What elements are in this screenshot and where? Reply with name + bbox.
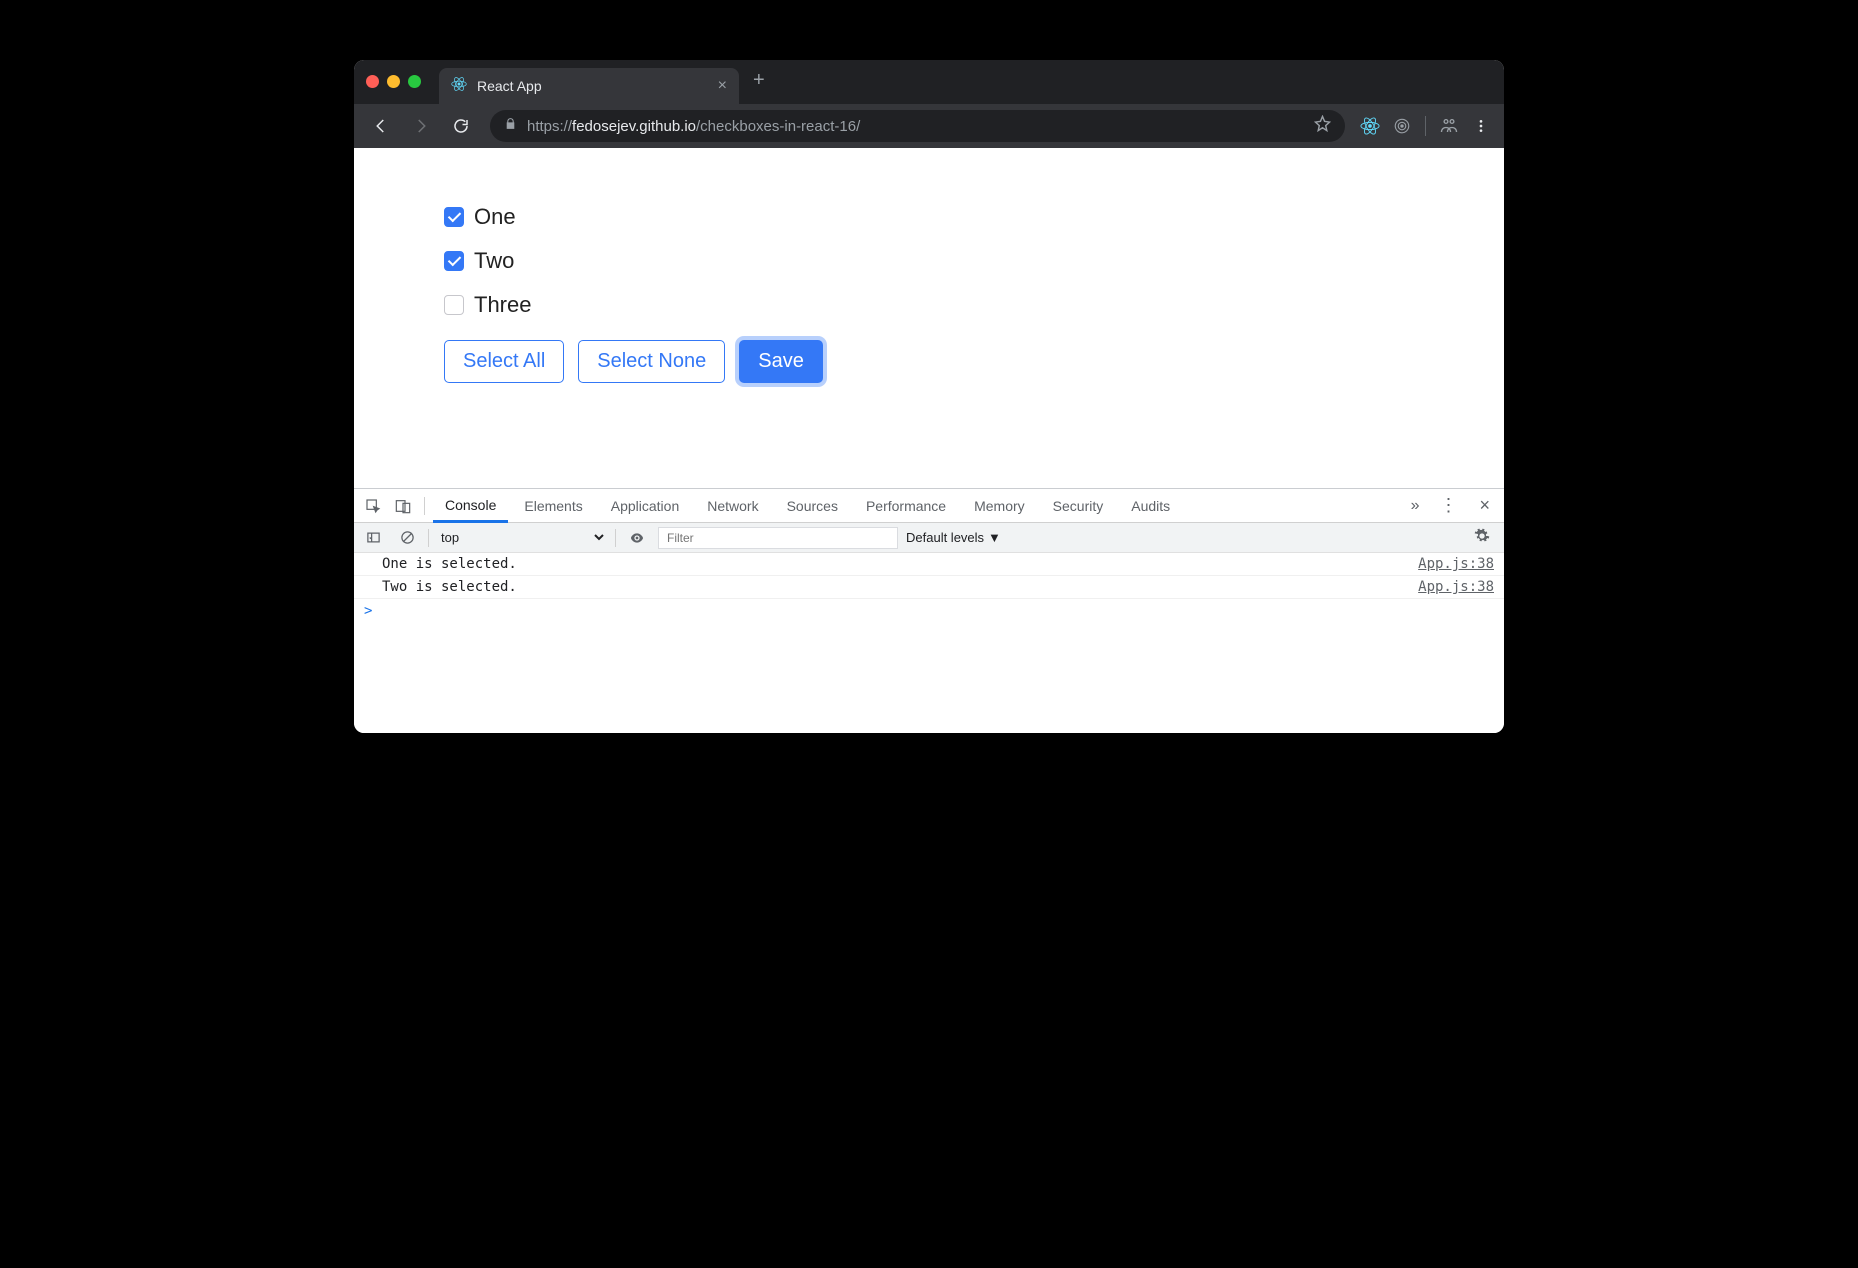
address-bar[interactable]: https://fedosejev.github.io/checkboxes-i… [490, 110, 1345, 142]
browser-tab[interactable]: React App × [439, 68, 739, 104]
checkbox-label: One [474, 204, 516, 230]
devtools-tab-console[interactable]: Console [433, 490, 508, 523]
checkbox-row-two: Two [444, 248, 1464, 274]
devtools-tabs: Console Elements Application Network Sou… [354, 489, 1504, 523]
devtools-tab-memory[interactable]: Memory [962, 489, 1037, 522]
consolebar-separator [428, 529, 429, 547]
profile-icon[interactable] [1436, 113, 1462, 139]
log-source-link[interactable]: App.js:38 [1418, 579, 1494, 595]
execution-context-select[interactable]: top [437, 529, 607, 546]
log-message: Two is selected. [382, 579, 517, 595]
tab-title: React App [477, 78, 708, 94]
checkbox-three[interactable] [444, 295, 464, 315]
clear-console-icon[interactable] [394, 525, 420, 551]
url-text: https://fedosejev.github.io/checkboxes-i… [527, 118, 860, 135]
checkbox-label: Three [474, 292, 531, 318]
devtools-tab-performance[interactable]: Performance [854, 489, 958, 522]
extension-icon[interactable] [1389, 113, 1415, 139]
window-close-button[interactable] [366, 75, 379, 88]
devtools-tab-audits[interactable]: Audits [1119, 489, 1182, 522]
devtools-tab-elements[interactable]: Elements [512, 489, 594, 522]
new-tab-button[interactable]: + [753, 69, 765, 92]
traffic-lights [366, 75, 421, 88]
log-source-link[interactable]: App.js:38 [1418, 556, 1494, 572]
titlebar: React App × + [354, 60, 1504, 104]
log-levels-select[interactable]: Default levels ▼ [906, 530, 1001, 545]
consolebar-separator [615, 529, 616, 547]
devtools-more-tabs-icon[interactable]: » [1405, 497, 1426, 515]
lock-icon [504, 117, 517, 135]
devtools-menu-icon[interactable]: ⋮ [1433, 495, 1463, 516]
react-icon [451, 76, 467, 97]
checkbox-row-one: One [444, 204, 1464, 230]
toolbar: https://fedosejev.github.io/checkboxes-i… [354, 104, 1504, 148]
window-minimize-button[interactable] [387, 75, 400, 88]
console-filter-input[interactable] [658, 527, 898, 549]
checkbox-row-three: Three [444, 292, 1464, 318]
console-log-row: One is selected. App.js:38 [354, 553, 1504, 576]
reload-button[interactable] [444, 109, 478, 143]
browser-window: React App × + https://fedosejev.github.i… [354, 60, 1504, 733]
log-message: One is selected. [382, 556, 517, 572]
checkbox-label: Two [474, 248, 514, 274]
tab-close-icon[interactable]: × [718, 77, 727, 95]
devtools-close-icon[interactable]: × [1471, 495, 1498, 516]
devtools-tab-network[interactable]: Network [695, 489, 770, 522]
device-toolbar-icon[interactable] [390, 493, 416, 519]
devtools-tab-security[interactable]: Security [1041, 489, 1116, 522]
bookmark-star-icon[interactable] [1314, 115, 1331, 137]
browser-menu-icon[interactable] [1468, 113, 1494, 139]
live-expression-icon[interactable] [624, 525, 650, 551]
page-content: One Two Three Select All Select None Sav… [354, 148, 1504, 488]
checkbox-two[interactable] [444, 251, 464, 271]
select-all-button[interactable]: Select All [444, 340, 564, 383]
inspect-element-icon[interactable] [360, 493, 386, 519]
console-blank-area [354, 623, 1504, 733]
console-log: One is selected. App.js:38 Two is select… [354, 553, 1504, 733]
devtools-panel: Console Elements Application Network Sou… [354, 488, 1504, 733]
react-devtools-extension-icon[interactable] [1357, 113, 1383, 139]
back-button[interactable] [364, 109, 398, 143]
devtools-separator [424, 497, 425, 515]
button-row: Select All Select None Save [444, 340, 1464, 383]
forward-button[interactable] [404, 109, 438, 143]
console-toolbar: top Default levels ▼ [354, 523, 1504, 553]
console-log-row: Two is selected. App.js:38 [354, 576, 1504, 599]
console-sidebar-toggle-icon[interactable] [360, 525, 386, 551]
console-prompt[interactable]: > [354, 599, 1504, 623]
select-none-button[interactable]: Select None [578, 340, 725, 383]
window-maximize-button[interactable] [408, 75, 421, 88]
chevron-down-icon: ▼ [988, 530, 1001, 545]
save-button[interactable]: Save [739, 340, 823, 383]
toolbar-separator [1425, 116, 1426, 136]
devtools-tab-sources[interactable]: Sources [775, 489, 850, 522]
devtools-tab-application[interactable]: Application [599, 489, 692, 522]
checkbox-one[interactable] [444, 207, 464, 227]
console-settings-icon[interactable] [1474, 528, 1498, 547]
